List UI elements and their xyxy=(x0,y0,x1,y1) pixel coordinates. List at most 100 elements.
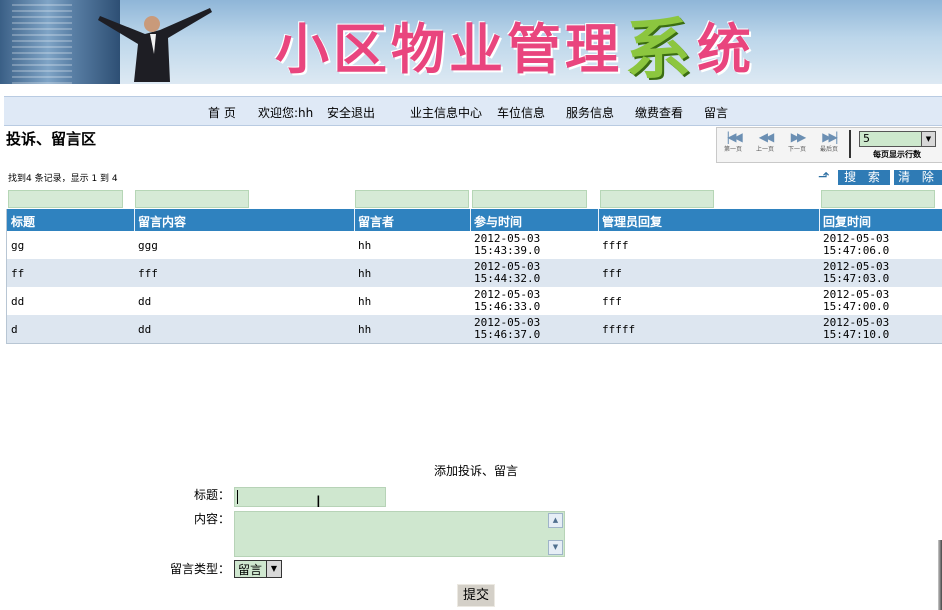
cell-content: dd xyxy=(138,295,152,308)
col-title[interactable]: 标题 xyxy=(11,213,35,230)
message-type-select[interactable]: 留言 ▼ xyxy=(234,560,282,578)
cell-title: dd xyxy=(11,295,25,308)
col-time[interactable]: 参与时间 xyxy=(474,213,522,230)
table-row[interactable]: dd dd hh 2012-05-03 15:46:33.0 fff 2012-0… xyxy=(7,287,942,315)
cell-reply: fff xyxy=(602,267,622,280)
nav-welcome-user: 欢迎您:hh xyxy=(258,106,314,120)
table-row[interactable]: d dd hh 2012-05-03 15:46:37.0 fffff 2012-… xyxy=(7,315,942,343)
cell-reply-clock: 15:47:00.0 xyxy=(823,300,890,313)
content-label: 内容： xyxy=(193,512,230,526)
first-page-icon: |◀◀ xyxy=(726,130,743,144)
banner-title-end: 统 xyxy=(697,17,755,81)
prev-page-button[interactable]: ◀◀ 上一页 xyxy=(751,130,779,153)
next-page-button[interactable]: ▶▶ 下一页 xyxy=(783,130,811,153)
cell-time-clock: 15:44:32.0 xyxy=(474,272,541,285)
cell-author: hh xyxy=(358,323,372,336)
cell-title: d xyxy=(11,323,18,336)
cell-content: fff xyxy=(138,267,158,280)
scroll-up-icon[interactable]: ▲ xyxy=(548,513,563,528)
title-label: 标题： xyxy=(193,488,230,502)
cell-reply: fff xyxy=(602,295,622,308)
rows-per-page-label: 每页显示行数 xyxy=(873,150,921,159)
form-heading: 添加投诉、留言 xyxy=(434,464,519,478)
filter-reply-input[interactable] xyxy=(600,190,714,208)
cell-time: 2012-05-03 15:44:32.0 xyxy=(474,261,540,285)
cell-reply-clock: 15:47:10.0 xyxy=(823,328,890,341)
table-row[interactable]: gg ggg hh 2012-05-03 15:43:39.0 ffff 2012… xyxy=(7,231,942,259)
cell-author: hh xyxy=(358,239,372,252)
page-title: 投诉、留言区 xyxy=(6,130,97,148)
cell-time-clock: 15:46:37.0 xyxy=(474,328,541,341)
dropdown-arrow-icon: ▼ xyxy=(266,561,281,577)
submit-button[interactable]: 提交 xyxy=(457,584,495,607)
nav-logout[interactable]: 安全退出 xyxy=(327,104,375,121)
cell-reply-clock: 15:47:03.0 xyxy=(823,272,890,285)
text-cursor-icon: I xyxy=(316,492,321,511)
main-nav: 首 页 欢迎您:hh 安全退出 业主信息中心 车位信息 服务信息 缴费查看 留言 xyxy=(4,96,942,126)
nav-service-info[interactable]: 服务信息 xyxy=(566,104,614,121)
cell-reply-clock: 15:47:06.0 xyxy=(823,244,890,257)
search-button[interactable]: 搜 索 xyxy=(838,170,890,185)
rows-per-page-select[interactable]: 5 ▼ xyxy=(859,131,936,147)
cell-author: hh xyxy=(358,267,372,280)
window-edge-shadow xyxy=(938,540,942,610)
col-content[interactable]: 留言内容 xyxy=(138,213,186,230)
last-page-icon: ▶▶| xyxy=(822,130,839,144)
first-page-button[interactable]: |◀◀ 第一页 xyxy=(719,130,747,153)
cell-content: ggg xyxy=(138,239,158,252)
cell-title: gg xyxy=(11,239,25,252)
person-illustration xyxy=(98,8,212,82)
cell-time: 2012-05-03 15:46:33.0 xyxy=(474,289,540,313)
pagination-bar: |◀◀ 第一页 ◀◀ 上一页 ▶▶ 下一页 ▶▶| 最后页 5 ▼ 每页显示行数 xyxy=(716,127,942,163)
dropdown-arrow-icon: ▼ xyxy=(921,132,935,146)
col-author[interactable]: 留言者 xyxy=(358,213,394,230)
nav-parking-info[interactable]: 车位信息 xyxy=(497,104,545,121)
col-reply[interactable]: 管理员回复 xyxy=(602,213,662,230)
record-summary: 找到4 条记录，显示 1 到 4 xyxy=(8,174,118,184)
cell-title: ff xyxy=(11,267,25,280)
title-input[interactable] xyxy=(234,487,386,507)
prev-page-label: 上一页 xyxy=(755,146,774,153)
cell-reply-time: 2012-05-03 15:47:00.0 xyxy=(823,289,889,313)
table-header: 标题 留言内容 留言者 参与时间 管理员回复 回复时间 xyxy=(7,209,942,231)
filter-content-input[interactable] xyxy=(135,190,249,208)
last-page-button[interactable]: ▶▶| 最后页 xyxy=(815,130,843,153)
prev-page-icon: ◀◀ xyxy=(758,130,774,144)
next-page-icon: ▶▶ xyxy=(790,130,806,144)
site-banner: 小区物业管理系统 xyxy=(0,0,942,84)
filter-title-input[interactable] xyxy=(8,190,123,208)
cell-reply-time: 2012-05-03 15:47:06.0 xyxy=(823,233,889,257)
nav-messages[interactable]: 留言 xyxy=(704,104,728,121)
clear-button[interactable]: 清 除 xyxy=(894,170,942,185)
content-textarea[interactable]: ▲ ▼ xyxy=(234,511,565,557)
cell-time: 2012-05-03 15:43:39.0 xyxy=(474,233,540,257)
filter-reply-time-input[interactable] xyxy=(821,190,935,208)
cell-time-clock: 15:43:39.0 xyxy=(474,244,541,257)
filter-author-input[interactable] xyxy=(355,190,469,208)
cell-reply: ffff xyxy=(602,239,629,252)
scroll-down-icon[interactable]: ▼ xyxy=(548,540,563,555)
col-reply-time[interactable]: 回复时间 xyxy=(823,213,871,230)
cell-time: 2012-05-03 15:46:37.0 xyxy=(474,317,540,341)
cell-author: hh xyxy=(358,295,372,308)
banner-title: 小区物业管理系统 xyxy=(275,8,755,84)
pager-divider xyxy=(849,130,851,158)
filter-time-input[interactable] xyxy=(472,190,587,208)
nav-home[interactable]: 首 页 xyxy=(208,104,236,121)
last-page-label: 最后页 xyxy=(819,146,838,153)
cell-reply-time: 2012-05-03 15:47:03.0 xyxy=(823,261,889,285)
first-page-label: 第一页 xyxy=(723,146,742,153)
type-label: 留言类型： xyxy=(169,562,230,576)
cell-time-clock: 15:46:33.0 xyxy=(474,300,541,313)
nav-owner-info[interactable]: 业主信息中心 xyxy=(410,104,482,121)
message-type-value: 留言 xyxy=(238,563,263,577)
rows-per-page-value: 5 xyxy=(863,132,870,145)
export-icon[interactable]: ⬏ xyxy=(818,170,836,184)
text-caret xyxy=(237,490,238,504)
cell-reply: fffff xyxy=(602,323,636,336)
nav-payment[interactable]: 缴费查看 xyxy=(635,104,683,121)
table-row[interactable]: ff fff hh 2012-05-03 15:44:32.0 fff 2012-… xyxy=(7,259,942,287)
cell-reply-time: 2012-05-03 15:47:10.0 xyxy=(823,317,889,341)
messages-table: 标题 留言内容 留言者 参与时间 管理员回复 回复时间 gg ggg hh 20… xyxy=(6,209,942,344)
cell-content: dd xyxy=(138,323,152,336)
